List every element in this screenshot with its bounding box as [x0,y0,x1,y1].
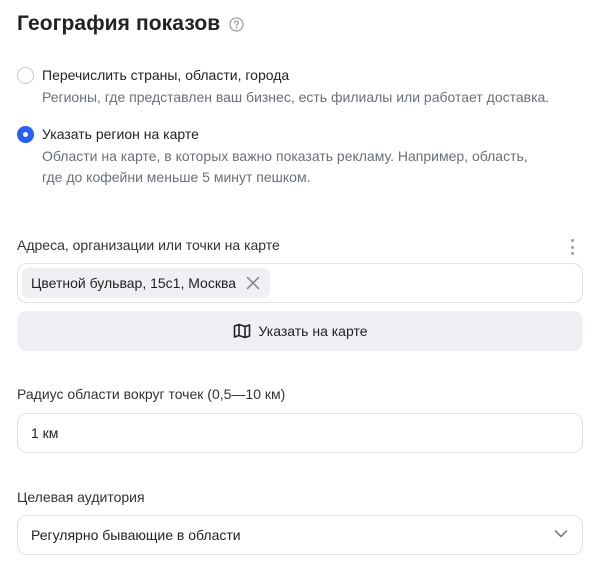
chevron-down-icon[interactable] [554,529,568,539]
radio-label: Перечислить страны, области, города [42,67,290,83]
audience-select[interactable]: Регулярно бывающие в области [17,515,583,555]
radius-value: 1 км [31,425,59,441]
show-on-map-button[interactable]: Указать на карте [17,311,583,351]
map-icon [233,323,251,339]
addresses-input[interactable]: Цветной бульвар, 15с1, Москва [17,263,583,303]
section-header: География показов [17,12,244,36]
radio-description-line: Области на карте, в которых важно показа… [42,148,528,164]
radius-input[interactable]: 1 км [17,413,583,453]
close-icon[interactable] [246,276,260,290]
geo-option-list[interactable]: Перечислить страны, области, города Реги… [17,66,549,108]
radio-button-selected[interactable] [17,126,34,143]
address-chip[interactable]: Цветной бульвар, 15с1, Москва [22,268,271,298]
radio-description: Области на карте, в которых важно показа… [42,146,528,188]
radius-label: Радиус области вокруг точек (0,5—10 км) [17,386,286,402]
radio-label: Указать регион на карте [42,126,199,142]
radio-description-line: где до кофейни меньше 5 минут пешком. [42,169,311,185]
question-circle-icon[interactable] [229,16,244,32]
addresses-label: Адреса, организации или точки на карте [17,237,280,253]
radio-description: Регионы, где представлен ваш бизнес, ест… [42,89,550,105]
radio-button[interactable] [17,67,34,84]
page-title: География показов [17,12,221,35]
show-on-map-label: Указать на карте [258,323,368,339]
audience-selected-value: Регулярно бывающие в области [31,527,241,543]
audience-label: Целевая аудитория [17,489,145,505]
more-options-icon[interactable] [568,237,576,257]
address-chip-label: Цветной бульвар, 15с1, Москва [31,275,237,291]
geo-option-map[interactable]: Указать регион на карте Области на карте… [17,125,528,188]
